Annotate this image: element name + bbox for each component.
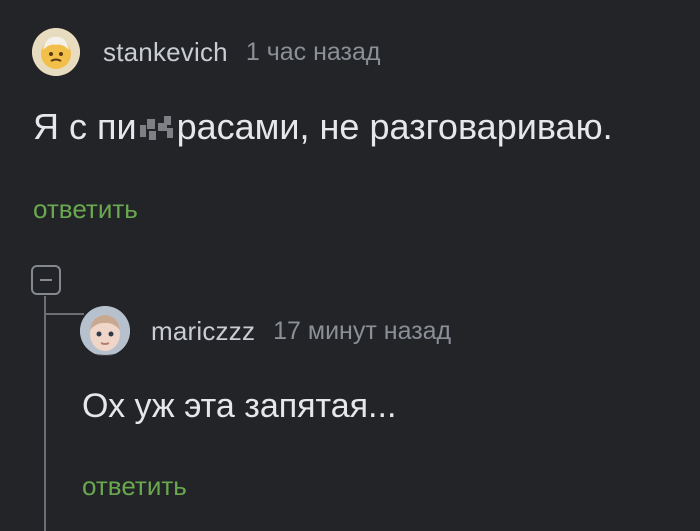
avatar-child-icon bbox=[80, 306, 130, 356]
collapse-thread-button[interactable] bbox=[31, 265, 61, 295]
reply-time: 17 минут назад bbox=[273, 316, 452, 345]
comment-time: 1 час назад bbox=[245, 37, 381, 66]
avatar[interactable] bbox=[32, 28, 80, 76]
avatar[interactable] bbox=[80, 306, 130, 356]
thread-line bbox=[44, 296, 46, 531]
reply-text: Ох уж эта запятая... bbox=[82, 387, 397, 425]
reply-button[interactable]: ответить bbox=[33, 194, 138, 225]
thread-branch-line bbox=[44, 313, 84, 315]
censored-word-block bbox=[137, 113, 177, 143]
comment-text-start: Я с пи bbox=[33, 106, 137, 147]
reply-author[interactable]: mariczzz bbox=[151, 316, 255, 347]
avatar-face-icon bbox=[32, 28, 80, 76]
minus-icon bbox=[40, 279, 52, 281]
reply-to-reply-button[interactable]: ответить bbox=[82, 471, 187, 502]
reply-header: mariczzz 17 минут назад bbox=[80, 306, 451, 356]
comment-text-end: расами, не разговариваю. bbox=[176, 106, 613, 147]
comment-author[interactable]: stankevich bbox=[103, 37, 228, 68]
comment-text: Я с пи расами, не разговариваю. bbox=[33, 106, 613, 148]
comment-header: stankevich 1 час назад bbox=[32, 28, 380, 76]
